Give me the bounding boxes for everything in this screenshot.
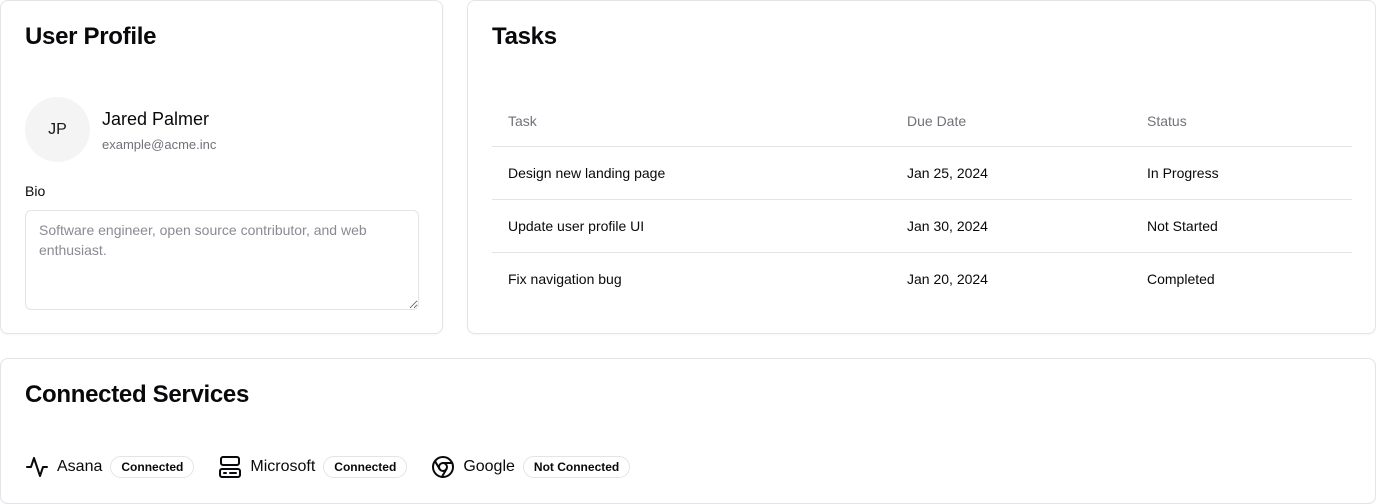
status-badge: Connected (323, 456, 408, 478)
service-name: Google (463, 458, 515, 475)
task-status: Completed (1147, 270, 1215, 287)
service-google: Google Not Connected (431, 455, 631, 479)
column-header-due-date: Due Date (891, 96, 1131, 147)
table-row: Update user profile UI Jan 30, 2024 Not … (492, 199, 1352, 253)
task-status: Not Started (1131, 199, 1352, 253)
task-due-date: Jan 30, 2024 (891, 199, 1131, 253)
connected-services-card: Connected Services Asana Connected Micro… (0, 358, 1376, 504)
services-list: Asana Connected Microsoft Connected Goog… (25, 455, 654, 479)
bio-label: Bio (25, 183, 46, 199)
status-badge: Not Connected (522, 456, 631, 478)
tasks-title: Tasks (492, 23, 557, 50)
service-name: Asana (57, 458, 103, 475)
user-profile-card: User Profile JP Jared Palmer example@acm… (0, 0, 443, 334)
task-name: Update user profile UI (492, 199, 891, 253)
column-header-status: Status (1131, 96, 1352, 147)
tasks-table: Task Due Date Status Design new landing … (492, 96, 1352, 305)
bio-textarea[interactable] (25, 210, 419, 310)
tasks-card: Tasks Task Due Date Status Design new la… (467, 0, 1376, 334)
task-name: Fix navigation bug (508, 270, 622, 287)
user-profile-title: User Profile (25, 23, 157, 50)
table-header-row: Task Due Date Status (492, 96, 1352, 147)
service-name: Microsoft (250, 458, 316, 475)
chrome-icon (431, 455, 455, 479)
service-asana: Asana Connected (25, 455, 195, 479)
column-header-task: Task (492, 96, 891, 147)
microsoft-icon (218, 455, 242, 479)
task-status: In Progress (1131, 146, 1352, 200)
table-row: Design new landing page Jan 25, 2024 In … (492, 146, 1352, 200)
connected-services-title: Connected Services (25, 381, 250, 408)
avatar: JP (25, 97, 90, 162)
task-due-date: Jan 25, 2024 (891, 146, 1131, 200)
table-row: Fix navigation bug Jan 20, 2024 Complete… (492, 252, 1352, 305)
activity-icon (25, 455, 49, 479)
service-microsoft: Microsoft Connected (218, 455, 408, 479)
status-badge: Connected (110, 456, 195, 478)
task-due-date: Jan 20, 2024 (907, 270, 988, 287)
user-name: Jared Palmer (102, 109, 210, 129)
task-name: Design new landing page (492, 146, 891, 200)
user-email: example@acme.inc (102, 137, 217, 152)
avatar-initials: JP (48, 120, 67, 138)
